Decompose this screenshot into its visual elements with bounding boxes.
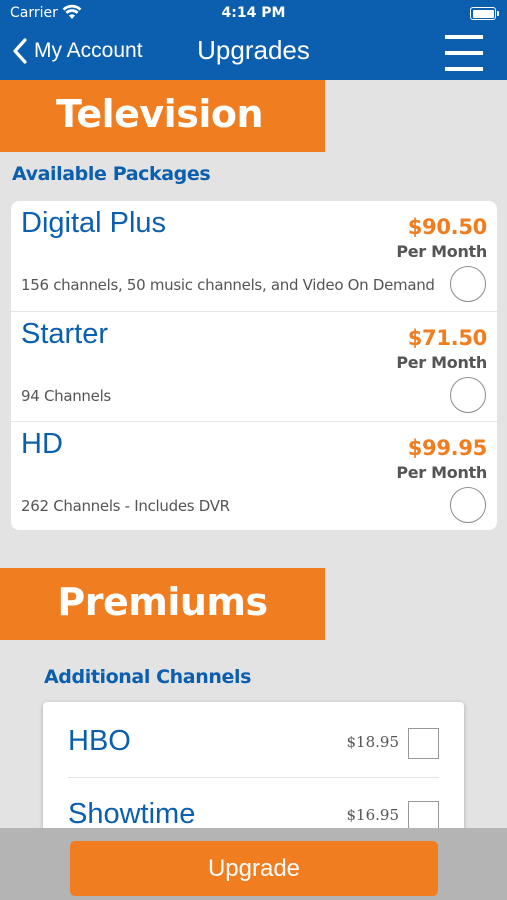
available-packages-heading: Available Packages	[12, 163, 211, 185]
package-row[interactable]: Starter $71.50 Per Month 94 Channels	[11, 311, 497, 421]
channel-name: Showtime	[68, 798, 196, 830]
package-radio-button[interactable]	[450, 487, 486, 523]
package-name: HD	[21, 428, 63, 460]
bottom-action-bar: Upgrade	[0, 828, 507, 900]
package-row[interactable]: Digital Plus $90.50 Per Month 156 channe…	[11, 201, 497, 311]
additional-channels-heading: Additional Channels	[44, 666, 251, 688]
package-row[interactable]: HD $99.95 Per Month 262 Channels - Inclu…	[11, 421, 497, 531]
navigation-bar: My Account Upgrades	[0, 28, 507, 80]
package-period: Per Month	[396, 353, 487, 372]
battery-icon	[470, 7, 499, 20]
hamburger-menu-icon[interactable]	[445, 33, 483, 73]
packages-list: Digital Plus $90.50 Per Month 156 channe…	[11, 201, 497, 530]
premiums-banner: Premiums	[0, 568, 325, 640]
package-description: 94 Channels	[21, 387, 111, 405]
television-banner: Television	[0, 80, 325, 152]
package-description: 156 channels, 50 music channels, and Vid…	[21, 276, 435, 294]
channel-price: $16.95	[346, 806, 400, 824]
package-name: Digital Plus	[21, 207, 167, 239]
package-period: Per Month	[396, 463, 487, 482]
package-period: Per Month	[396, 242, 487, 261]
clock: 4:14 PM	[221, 5, 286, 21]
package-description: 262 Channels - Includes DVR	[21, 497, 230, 515]
channel-checkbox[interactable]	[408, 728, 439, 759]
channel-row[interactable]: HBO $18.95	[68, 705, 439, 777]
channel-price: $18.95	[346, 733, 400, 751]
back-button[interactable]: My Account	[12, 38, 143, 64]
package-radio-button[interactable]	[450, 377, 486, 413]
channel-name: HBO	[68, 725, 131, 757]
upgrade-button[interactable]: Upgrade	[70, 841, 438, 896]
package-price: $71.50	[407, 326, 488, 350]
status-bar: Carrier 4:14 PM	[0, 0, 507, 28]
package-name: Starter	[21, 318, 109, 350]
package-radio-button[interactable]	[450, 266, 486, 302]
chevron-left-icon	[12, 38, 28, 64]
back-button-label: My Account	[34, 39, 143, 62]
package-price: $99.95	[407, 436, 488, 460]
package-price: $90.50	[407, 215, 488, 239]
